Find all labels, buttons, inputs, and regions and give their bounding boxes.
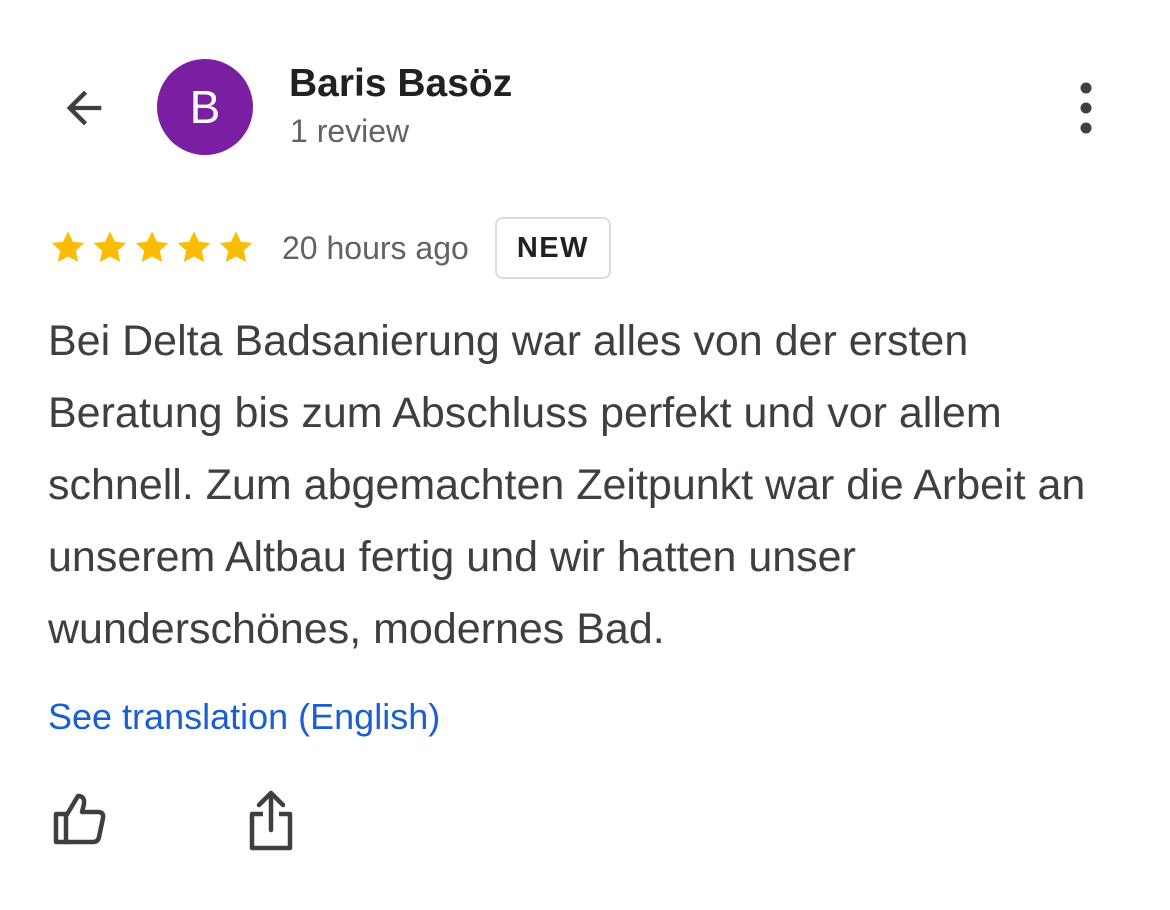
avatar-initial: B [189,81,221,133]
back-button[interactable] [52,78,116,138]
star-icon [93,231,127,263]
avatar[interactable]: B [157,59,253,155]
thumbs-up-icon [53,793,106,845]
star-icon [177,231,211,263]
arrow-left-icon [66,90,102,126]
more-options-button[interactable] [1060,78,1112,138]
share-icon [249,790,293,851]
star-icon [219,231,253,263]
rating-row: 20 hours ago NEW [48,216,611,280]
star-icon [51,231,85,263]
review-timestamp: 20 hours ago [282,229,469,266]
see-translation-link[interactable]: See translation (English) [48,696,440,738]
new-badge: NEW [494,217,611,279]
author-name[interactable]: Baris Basöz [289,62,512,106]
star-rating [48,228,256,268]
review-count: 1 review [290,113,410,149]
star-icon [135,231,169,263]
share-button[interactable] [238,788,304,854]
review-text: Bei Delta Badsanierung war alles von der… [48,317,1086,653]
like-button[interactable] [46,786,112,852]
more-vertical-icon [1080,82,1092,134]
